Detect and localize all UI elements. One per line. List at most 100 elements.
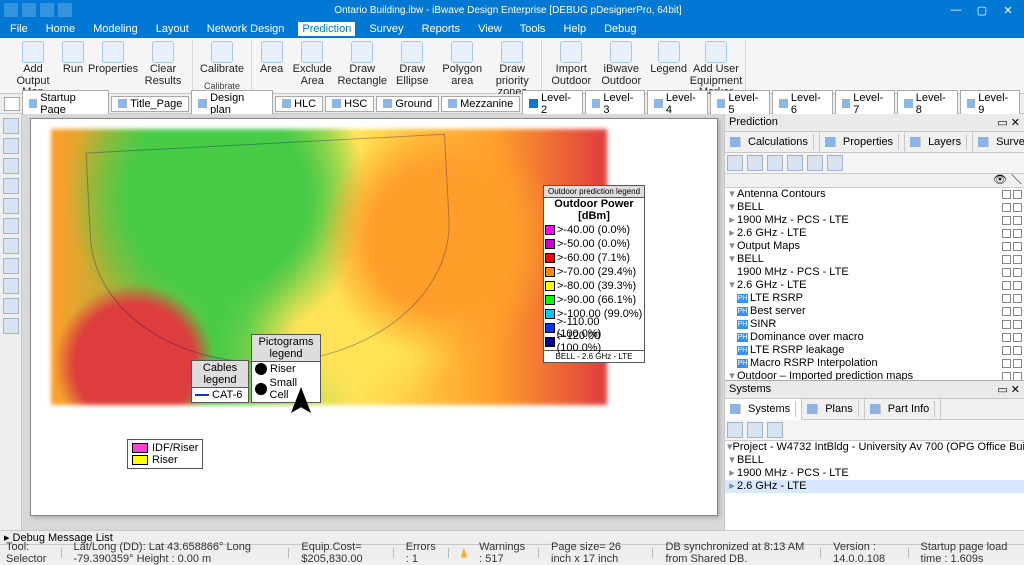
twisty-icon[interactable]: ▾	[727, 253, 737, 266]
menu-survey[interactable]: Survey	[365, 22, 407, 36]
twisty-icon[interactable]: ▸	[727, 480, 737, 493]
menu-tools[interactable]: Tools	[516, 22, 550, 36]
tree-item[interactable]: ▾Project - W4732 IntBldg - University Av…	[725, 441, 1024, 454]
prediction-tree[interactable]: 👁 ＼ ▾Antenna Contours▾BELL▸1900 MHz - PC…	[725, 174, 1024, 380]
tree-item[interactable]: PHLTE RSRP leakage	[725, 344, 1024, 357]
pred-tab-layers[interactable]: Layers	[905, 132, 973, 152]
sys-more-icon[interactable]	[767, 422, 783, 438]
twisty-icon[interactable]: ▾	[727, 454, 737, 467]
tree-item[interactable]: ▸1900 MHz - PCS - LTE	[725, 214, 1024, 227]
twisty-icon[interactable]: ▾	[727, 201, 737, 214]
ribbon-ibwave-outdoor[interactable]: iBwave Outdoor	[598, 40, 644, 88]
visibility-checkbox[interactable]	[1002, 359, 1011, 368]
canvas-area[interactable]: Outdoor prediction legend Outdoor Power …	[22, 114, 724, 530]
lock-checkbox[interactable]	[1013, 372, 1022, 380]
qat-save-icon[interactable]	[4, 3, 18, 17]
visibility-checkbox[interactable]	[1002, 281, 1011, 290]
tree-item[interactable]: ▾Output Maps	[725, 240, 1024, 253]
lock-checkbox[interactable]	[1013, 333, 1022, 342]
systems-tree[interactable]: ▾Project - W4732 IntBldg - University Av…	[725, 441, 1024, 530]
menu-modeling[interactable]: Modeling	[89, 22, 142, 36]
lock-checkbox[interactable]	[1013, 216, 1022, 225]
visibility-checkbox[interactable]	[1002, 190, 1011, 199]
lock-checkbox[interactable]	[1013, 294, 1022, 303]
menu-prediction[interactable]: Prediction	[298, 22, 355, 36]
tree-item[interactable]: PHLTE RSRP	[725, 292, 1024, 305]
play-icon[interactable]	[767, 155, 783, 171]
ribbon-draw-rectangle[interactable]: Draw Rectangle	[339, 40, 385, 88]
lock-checkbox[interactable]	[1013, 242, 1022, 251]
lock-checkbox[interactable]	[1013, 307, 1022, 316]
cables-legend[interactable]: Cables legend CAT-6	[191, 360, 249, 403]
ribbon-polygon-area[interactable]: Polygon area	[439, 40, 485, 88]
twisty-icon[interactable]: ▾	[727, 240, 737, 253]
sys-add-icon[interactable]	[727, 422, 743, 438]
doc-tab-ground[interactable]: Ground	[376, 96, 439, 112]
delete-icon[interactable]	[747, 155, 763, 171]
menu-reports[interactable]: Reports	[418, 22, 465, 36]
ribbon-import-outdoor[interactable]: Import Outdoor	[548, 40, 594, 88]
tree-item[interactable]: ▸2.6 GHz - LTE	[725, 480, 1024, 493]
lock-checkbox[interactable]	[1013, 229, 1022, 238]
ribbon-legend[interactable]: Legend	[648, 40, 689, 77]
menu-layout[interactable]: Layout	[152, 22, 193, 36]
doc-tab-hlc[interactable]: HLC	[275, 96, 323, 112]
twisty-icon[interactable]: ▸	[727, 227, 737, 240]
tree-item[interactable]: PHMacro RSRP Interpolation	[725, 357, 1024, 370]
status-errors[interactable]: Errors : 1	[406, 541, 436, 565]
tree-item[interactable]: ▾2.6 GHz - LTE	[725, 279, 1024, 292]
tree-item[interactable]: PHBest server	[725, 305, 1024, 318]
twisty-icon[interactable]: ▾	[727, 279, 737, 292]
menu-file[interactable]: File	[6, 22, 32, 36]
pred-tab-properties[interactable]: Properties	[820, 132, 905, 152]
ribbon-exclude-area[interactable]: Exclude Area	[289, 40, 335, 88]
riser-legend[interactable]: IDF/Riser Riser	[127, 439, 203, 469]
home-tab-icon[interactable]	[4, 97, 20, 111]
cube-tool-icon[interactable]	[3, 218, 19, 234]
twisty-icon[interactable]: ▸	[727, 467, 737, 480]
tree-item[interactable]: PHSINR	[725, 318, 1024, 331]
ribbon-calibrate[interactable]: Calibrate	[199, 40, 245, 77]
doc-tab-hsc[interactable]: HSC	[325, 96, 374, 112]
lock-checkbox[interactable]	[1013, 190, 1022, 199]
add-icon[interactable]	[727, 155, 743, 171]
lock-checkbox[interactable]	[1013, 255, 1022, 264]
tree-item[interactable]: ▾Antenna Contours	[725, 188, 1024, 201]
layers-tool-icon[interactable]	[3, 238, 19, 254]
tree-item[interactable]: ▸1900 MHz - PCS - LTE	[725, 467, 1024, 480]
ribbon-area[interactable]: Area	[258, 40, 285, 77]
tree-item[interactable]: PHDominance over macro	[725, 331, 1024, 344]
qat-redo-icon[interactable]	[40, 3, 54, 17]
menu-home[interactable]: Home	[42, 22, 79, 36]
pred-tab-survey[interactable]: Survey	[973, 132, 1024, 152]
more-icon[interactable]	[827, 155, 843, 171]
star-tool-icon[interactable]	[3, 118, 19, 134]
menu-help[interactable]: Help	[559, 22, 590, 36]
menu-view[interactable]: View	[474, 22, 506, 36]
grid-tool-icon[interactable]	[3, 298, 19, 314]
visibility-checkbox[interactable]	[1002, 307, 1011, 316]
signal-tool-icon[interactable]	[3, 258, 19, 274]
menu-network-design[interactable]: Network Design	[203, 22, 289, 36]
tree-item[interactable]: ▸2.6 GHz - LTE	[725, 227, 1024, 240]
visibility-checkbox[interactable]	[1002, 346, 1011, 355]
visibility-checkbox[interactable]	[1002, 229, 1011, 238]
tree-item[interactable]: ▾BELL	[725, 454, 1024, 467]
lock-checkbox[interactable]	[1013, 346, 1022, 355]
ribbon-run[interactable]: Run	[60, 40, 86, 77]
visibility-checkbox[interactable]	[1002, 242, 1011, 251]
filter-tool-icon[interactable]	[3, 198, 19, 214]
visibility-checkbox[interactable]	[1002, 320, 1011, 329]
ribbon-properties[interactable]: Properties	[90, 40, 136, 77]
stop-icon[interactable]	[787, 155, 803, 171]
wifi-tool-icon[interactable]	[3, 278, 19, 294]
pictograms-legend[interactable]: Pictograms legend Riser Small Cell	[251, 334, 321, 403]
visibility-checkbox[interactable]	[1002, 255, 1011, 264]
ribbon-draw-ellipse[interactable]: Draw Ellipse	[389, 40, 435, 88]
doc-tab-mezzanine[interactable]: Mezzanine	[441, 96, 520, 112]
qat-help-icon[interactable]	[58, 3, 72, 17]
twisty-icon[interactable]: ▸	[727, 214, 737, 227]
maximize-button[interactable]: ▢	[970, 4, 994, 17]
sys-tab-systems[interactable]: Systems	[725, 399, 802, 420]
lock-checkbox[interactable]	[1013, 203, 1022, 212]
